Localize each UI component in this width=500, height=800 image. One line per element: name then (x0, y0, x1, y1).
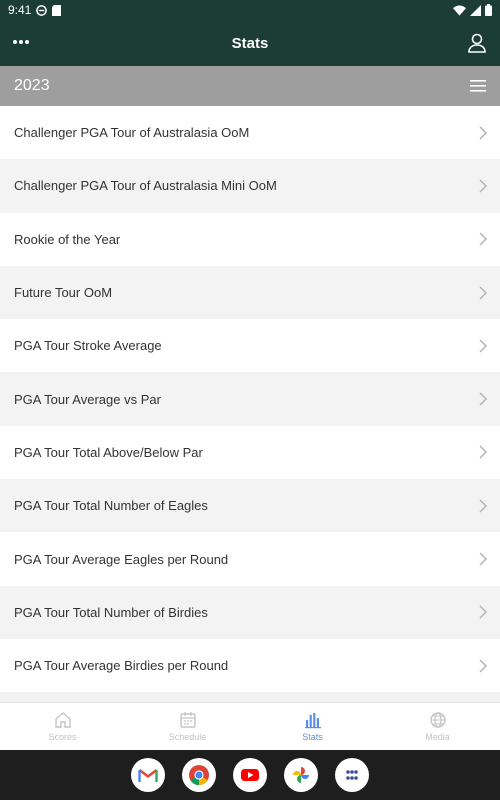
app-bar: Stats (0, 20, 500, 66)
stats-list-item[interactable]: Rookie of the Year (0, 212, 500, 266)
wifi-icon (453, 5, 466, 16)
nav-item-media[interactable]: Media (375, 703, 500, 750)
stats-list-item[interactable]: PGA Tour Total Number of Eagles (0, 479, 500, 533)
chevron-right-icon (479, 286, 487, 300)
stats-item-label: PGA Tour Average vs Par (14, 391, 161, 407)
stats-list-item[interactable]: PGA Tour Average vs Par (0, 372, 500, 426)
youtube-icon[interactable] (233, 758, 267, 792)
stats-list-item[interactable]: PGA Tour Total Number of Birdies (0, 585, 500, 639)
stats-list-item[interactable]: PGA Tour Average Eagles per Round (0, 532, 500, 586)
status-bar-left: 9:41 (8, 3, 62, 17)
chrome-icon[interactable] (182, 758, 216, 792)
stats-list-item[interactable]: PGA Tour Stroke Average (0, 319, 500, 373)
photos-icon[interactable] (284, 758, 318, 792)
status-bar-right (453, 4, 492, 16)
battery-icon (485, 4, 492, 16)
nav-label-media: Media (425, 732, 450, 742)
more-options-icon[interactable] (12, 32, 32, 52)
stats-item-label: Future Tour OoM (14, 285, 113, 301)
chevron-right-icon (479, 499, 487, 513)
season-selector[interactable]: 2023 (0, 66, 500, 106)
stats-list: Challenger PGA Tour of Australasia OoM C… (0, 106, 500, 702)
stats-item-label: PGA Tour Stroke Average (14, 338, 162, 354)
signal-icon (470, 4, 481, 16)
chevron-right-icon (479, 339, 487, 353)
nav-label-stats: Stats (302, 732, 323, 742)
home-icon (54, 712, 71, 728)
chevron-right-icon (479, 605, 487, 619)
calendar-icon (179, 712, 196, 728)
nav-item-schedule[interactable]: Schedule (125, 703, 250, 750)
chevron-right-icon (479, 179, 487, 193)
chevron-right-icon (479, 445, 487, 459)
system-dock (0, 750, 500, 800)
chevron-right-icon (479, 232, 487, 246)
chevron-right-icon (479, 659, 487, 673)
stats-item-label: PGA Tour Average Eagles per Round (14, 551, 229, 567)
stats-item-label: PGA Tour Total Number of Eagles (14, 498, 208, 514)
season-year: 2023 (14, 77, 50, 94)
nav-item-stats[interactable]: Stats (250, 703, 375, 750)
profile-icon[interactable] (466, 32, 488, 54)
stats-item-label: Rookie of the Year (14, 231, 121, 247)
stats-item-label: PGA Tour Average Birdies per Round (14, 658, 229, 674)
stats-item-label: Challenger PGA Tour of Australasia Mini … (14, 178, 277, 194)
status-bar: 9:41 (0, 0, 500, 20)
chevron-right-icon (479, 552, 487, 566)
stats-list-item-partial[interactable] (0, 692, 500, 702)
stats-item-label: PGA Tour Total Above/Below Par (14, 444, 203, 460)
globe-icon (429, 712, 446, 728)
app-drawer-icon[interactable] (335, 758, 369, 792)
stats-list-item[interactable]: Future Tour OoM (0, 265, 500, 320)
nav-label-scores: Scores (48, 732, 77, 742)
bottom-nav: Scores Schedule Stats Media (0, 702, 500, 750)
chevron-right-icon (479, 392, 487, 406)
sync-icon (36, 4, 48, 16)
gmail-icon[interactable] (131, 758, 165, 792)
stats-list-item[interactable]: PGA Tour Total Above/Below Par (0, 425, 500, 480)
page-title: Stats (231, 34, 269, 52)
status-time: 9:41 (8, 3, 32, 17)
stats-list-item[interactable]: Challenger PGA Tour of Australasia OoM (0, 106, 500, 160)
stats-item-label: PGA Tour Total Number of Birdies (14, 604, 208, 620)
stats-list-item[interactable]: Challenger PGA Tour of Australasia Mini … (0, 159, 500, 213)
sd-card-icon (52, 4, 62, 16)
nav-item-scores[interactable]: Scores (0, 703, 125, 750)
nav-label-schedule: Schedule (168, 732, 207, 742)
stats-list-item[interactable]: PGA Tour Average Birdies per Round (0, 638, 500, 693)
stats-item-label: Challenger PGA Tour of Australasia OoM (14, 125, 250, 141)
hamburger-menu-icon[interactable] (470, 79, 486, 93)
bar-chart-icon (304, 713, 321, 729)
chevron-right-icon (479, 126, 487, 140)
